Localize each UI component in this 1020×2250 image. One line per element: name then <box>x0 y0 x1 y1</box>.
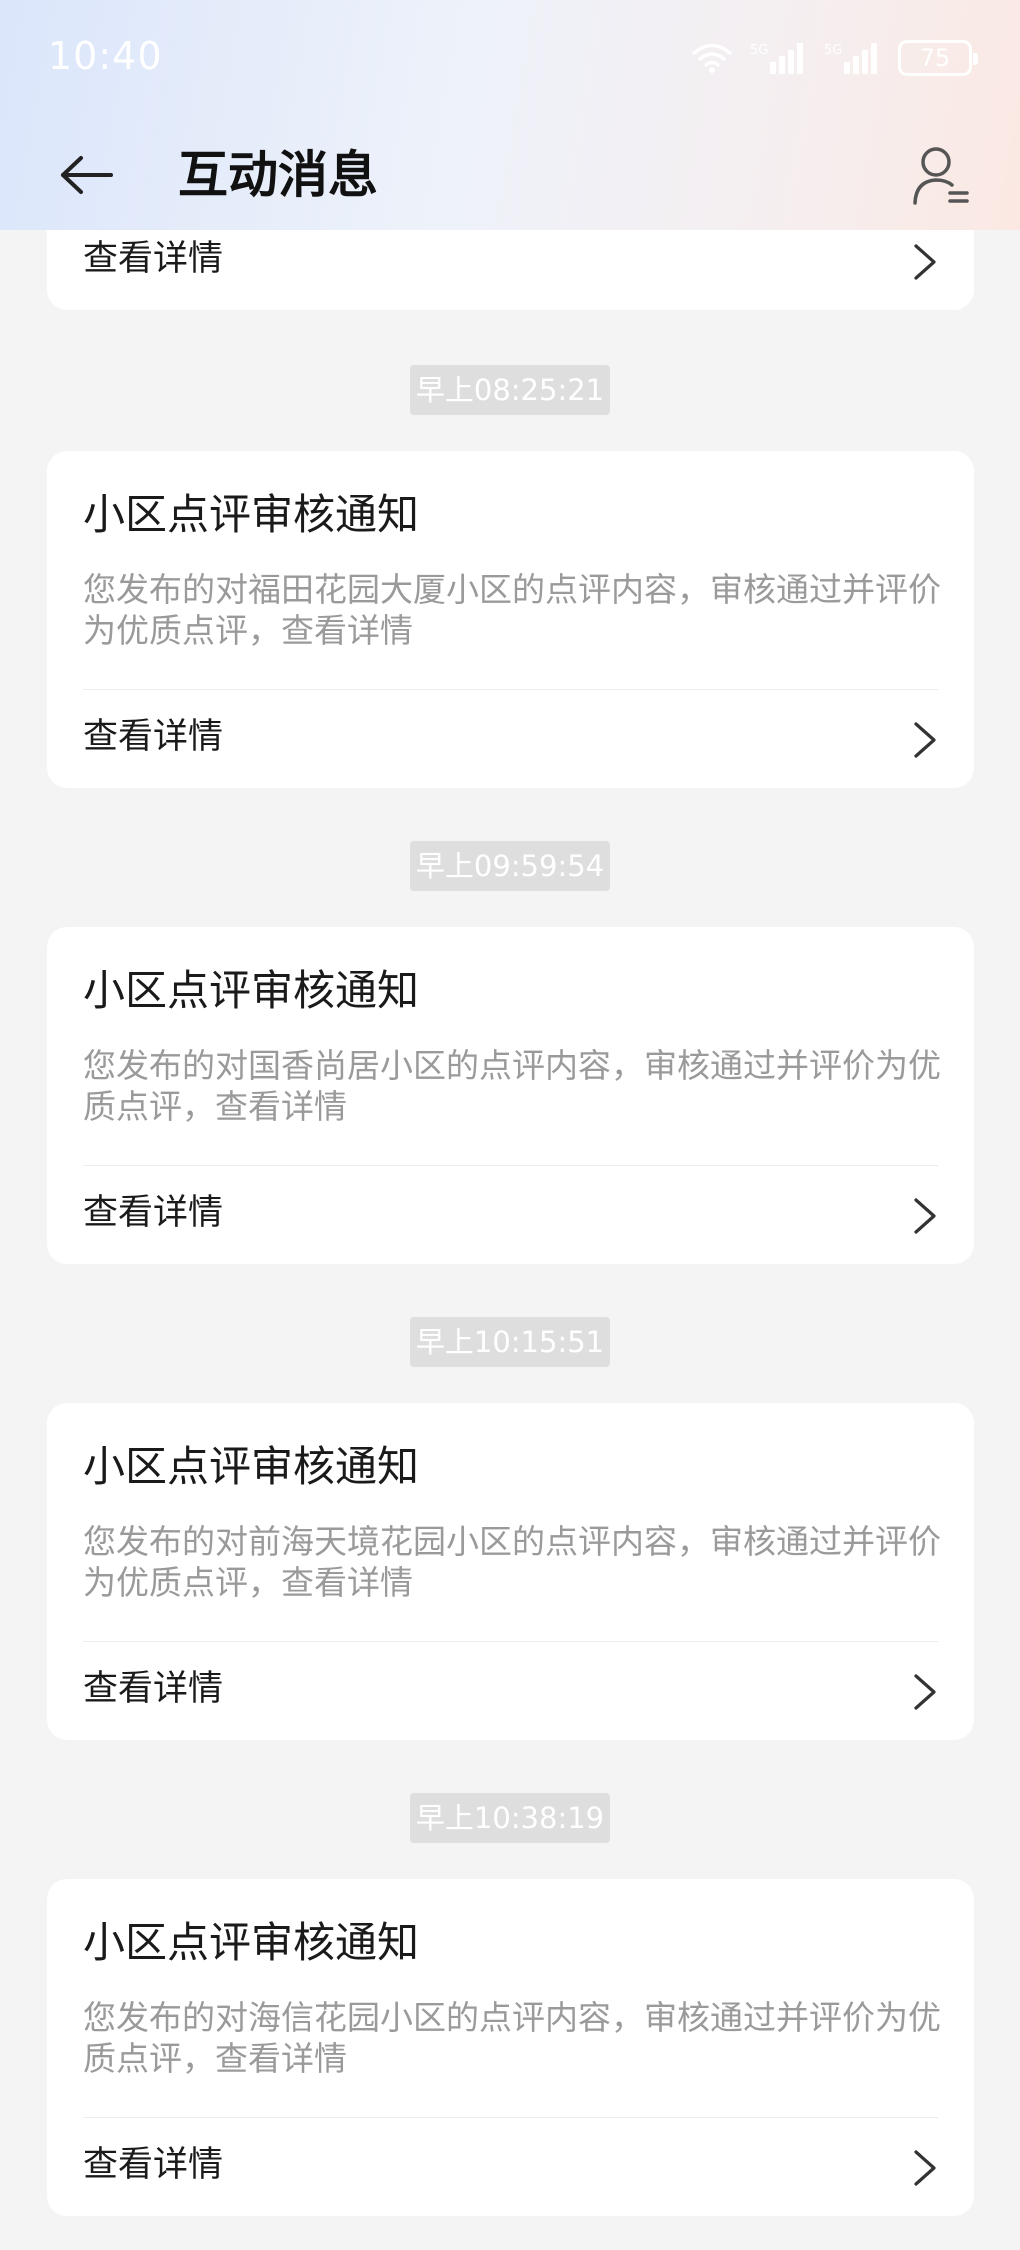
status-bar: 10:40 5G 5G 75 <box>0 0 1020 120</box>
view-details-label: 查看详情 <box>83 1669 224 1709</box>
message-timestamp: 早上09:59:54 <box>410 841 610 891</box>
chevron-right-icon <box>914 722 936 758</box>
user-list-icon <box>913 147 969 205</box>
view-details-label: 查看详情 <box>83 2145 224 2185</box>
chevron-right-icon <box>914 244 936 280</box>
message-card[interactable]: 小区点评审核通知 您发布的对前海天境花园小区的点评内容，审核通过并评价为优质点评… <box>47 1403 974 1740</box>
view-details-row[interactable]: 查看详情 <box>47 2118 974 2216</box>
chevron-right-icon <box>914 2150 936 2186</box>
message-timestamp: 早上08:25:21 <box>410 365 610 415</box>
message-body: 您发布的对前海天境花园小区的点评内容，审核通过并评价为优质点评，查看详情 <box>83 1522 941 1602</box>
status-icons: 5G 5G 75 <box>692 38 978 78</box>
message-list: 查看详情 早上08:25:21 小区点评审核通知 您发布的对福田花园大厦小区的点… <box>0 0 1020 2250</box>
back-button[interactable] <box>52 140 122 210</box>
signal-label: 5G <box>750 43 768 58</box>
signal-label: 5G <box>824 43 842 58</box>
page-title: 互动消息 <box>178 146 378 204</box>
message-title: 小区点评审核通知 <box>83 1918 420 1967</box>
app-header: 10:40 5G 5G 75 互动消息 <box>0 0 1020 230</box>
wifi-icon <box>692 43 732 73</box>
message-timestamp: 早上10:38:19 <box>410 1793 610 1843</box>
message-card[interactable]: 小区点评审核通知 您发布的对福田花园大厦小区的点评内容，审核通过并评价为优质点评… <box>47 451 974 788</box>
message-body: 您发布的对国香尚居小区的点评内容，审核通过并评价为优质点评，查看详情 <box>83 1046 941 1126</box>
view-details-row[interactable]: 查看详情 <box>47 1166 974 1264</box>
view-details-row[interactable]: 查看详情 <box>47 690 974 788</box>
message-timestamp: 早上10:15:51 <box>410 1317 610 1367</box>
message-card[interactable]: 小区点评审核通知 您发布的对国香尚居小区的点评内容，审核通过并评价为优质点评，查… <box>47 927 974 1264</box>
view-details-label: 查看详情 <box>83 239 224 279</box>
signal-icon: 5G <box>824 43 877 74</box>
chevron-right-icon <box>914 1674 936 1710</box>
nav-bar: 互动消息 <box>0 120 1020 230</box>
view-details-label: 查看详情 <box>83 717 224 757</box>
signal-icon: 5G <box>750 43 803 74</box>
battery-level: 75 <box>919 44 951 72</box>
view-details-label: 查看详情 <box>83 1193 224 1233</box>
battery-icon: 75 <box>898 40 978 76</box>
message-title: 小区点评审核通知 <box>83 1442 420 1491</box>
message-title: 小区点评审核通知 <box>83 966 420 1015</box>
arrow-left-icon <box>61 156 113 194</box>
status-time: 10:40 <box>48 34 163 78</box>
message-card[interactable]: 小区点评审核通知 您发布的对海信花园小区的点评内容，审核通过并评价为优质点评，查… <box>47 1879 974 2216</box>
message-title: 小区点评审核通知 <box>83 490 420 539</box>
profile-button[interactable] <box>904 138 980 214</box>
message-body: 您发布的对福田花园大厦小区的点评内容，审核通过并评价为优质点评，查看详情 <box>83 570 941 650</box>
chevron-right-icon <box>914 1198 936 1234</box>
view-details-row[interactable]: 查看详情 <box>47 1642 974 1740</box>
message-body: 您发布的对海信花园小区的点评内容，审核通过并评价为优质点评，查看详情 <box>83 1998 941 2078</box>
